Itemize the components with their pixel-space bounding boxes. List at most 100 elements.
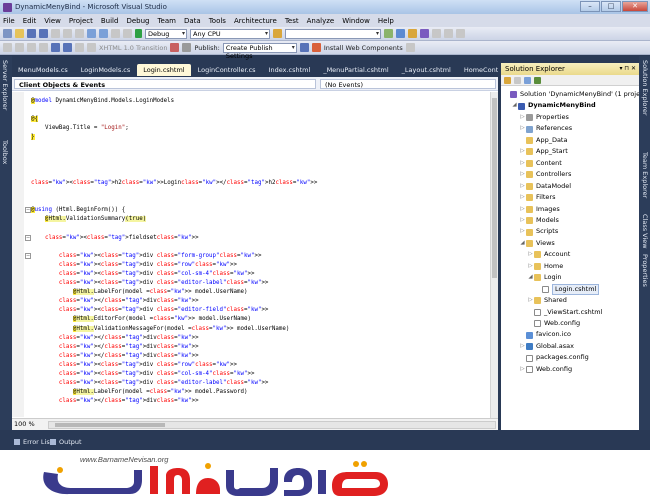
start-page-icon[interactable] — [444, 29, 453, 38]
save-all-icon[interactable] — [39, 29, 48, 38]
tree-item[interactable]: ▷ References — [519, 123, 572, 134]
server-explorer-tab[interactable]: Server Explorer — [1, 60, 9, 110]
menu-build[interactable]: Build — [101, 17, 119, 25]
collapse-region-icon[interactable]: − — [25, 234, 31, 241]
code-line[interactable]: @Html.ValidationMessageFor(model =class=… — [31, 325, 289, 334]
tree-item[interactable]: ◢ Views — [519, 238, 555, 249]
code-line[interactable]: class="kw"></class="tag">divclass="kw">> — [31, 297, 199, 306]
close-button[interactable]: ✕ — [622, 1, 648, 12]
bookmark-icon[interactable] — [51, 43, 60, 52]
tree-item[interactable]: favicon.ico — [519, 329, 571, 340]
doctype-select[interactable]: XHTML 1.0 Transition — [99, 44, 167, 52]
outdent-icon[interactable] — [39, 43, 48, 52]
team-explorer-tab[interactable]: Team Explorer — [641, 152, 649, 198]
tree-item[interactable]: Solution 'DynamicMenyBind' (1 project) — [503, 89, 649, 100]
extension-manager-icon[interactable] — [456, 29, 465, 38]
show-all-files-icon[interactable] — [514, 76, 521, 84]
menu-test[interactable]: Test — [285, 17, 299, 25]
tree-item[interactable]: ▷ DataModel — [519, 181, 571, 192]
redo-icon[interactable] — [99, 29, 108, 38]
horizontal-scrollbar[interactable] — [48, 421, 496, 429]
copy-icon[interactable] — [63, 29, 72, 38]
solution-explorer-tab[interactable]: Solution Explorer — [641, 60, 649, 116]
expand-arrow-icon[interactable]: ▷ — [519, 364, 526, 375]
comment-icon[interactable] — [3, 43, 12, 52]
tree-item[interactable]: ◢ Login — [527, 272, 562, 283]
properties-window-icon[interactable] — [408, 29, 417, 38]
publish-profile-select[interactable]: Create Publish Settings — [222, 42, 297, 60]
menu-architecture[interactable]: Architecture — [234, 17, 277, 25]
code-line[interactable]: ViewBag.Title = "Login"; — [31, 124, 129, 133]
find-in-files-icon[interactable] — [384, 29, 393, 38]
code-line[interactable]: @Html.ValidationSummary(true) — [31, 215, 147, 224]
tree-item[interactable]: Login.cshtml — [535, 283, 600, 295]
indent-icon[interactable] — [27, 43, 36, 52]
code-line[interactable]: class="kw"><class="tag">div class="col-s… — [31, 370, 255, 379]
maximize-button[interactable]: □ — [601, 1, 621, 12]
solution-configuration-select[interactable]: Debug — [145, 28, 187, 39]
pin-close-icon[interactable]: ▾ ⊓ ✕ — [619, 63, 636, 75]
new-project-icon[interactable] — [3, 29, 12, 38]
expand-arrow-icon[interactable]: ▷ — [519, 112, 526, 123]
menu-edit[interactable]: Edit — [23, 17, 37, 25]
expand-arrow-icon[interactable]: ▷ — [527, 295, 534, 306]
code-line[interactable]: class="kw"></class="tag">divclass="kw">> — [31, 343, 199, 352]
validate-icon[interactable] — [87, 43, 96, 52]
menu-file[interactable]: File — [3, 17, 15, 25]
code-line[interactable]: class="kw"><class="tag">div class="edito… — [31, 279, 269, 288]
collapse-arrow-icon[interactable]: ◢ — [519, 238, 526, 249]
expand-arrow-icon[interactable]: ▷ — [519, 158, 526, 169]
options-icon[interactable] — [182, 43, 192, 52]
code-line[interactable]: @Html.EditorFor(model =class="kw">> mode… — [31, 315, 251, 324]
object-browser-icon[interactable] — [420, 29, 429, 38]
output-tab[interactable]: Output — [50, 438, 82, 446]
tree-item[interactable]: ▷ App_Start — [519, 146, 568, 157]
toolbar-options-icon[interactable] — [405, 43, 415, 52]
menu-tools[interactable]: Tools — [209, 17, 226, 25]
tree-item[interactable]: ▷ Images — [519, 204, 560, 215]
format-icon[interactable] — [75, 43, 84, 52]
menu-help[interactable]: Help — [378, 17, 394, 25]
code-line[interactable]: @{ — [31, 115, 38, 124]
tree-item[interactable]: packages.config — [519, 352, 589, 363]
tab-login-cshtml[interactable]: Login.cshtml — [137, 64, 191, 76]
events-select[interactable]: (No Events) — [320, 79, 496, 89]
tree-item[interactable]: ◢ DynamicMenyBind — [511, 100, 596, 111]
menu-view[interactable]: View — [44, 17, 61, 25]
tree-item[interactable]: _ViewStart.cshtml — [527, 307, 602, 318]
open-file-icon[interactable] — [15, 29, 24, 38]
collapse-region-icon[interactable]: − — [25, 252, 31, 259]
expand-arrow-icon[interactable]: ▷ — [519, 169, 526, 180]
code-line[interactable]: } — [31, 133, 35, 142]
tab-loginmodels[interactable]: LoginModels.cs — [75, 64, 136, 76]
expand-arrow-icon[interactable]: ▷ — [519, 146, 526, 157]
menu-analyze[interactable]: Analyze — [307, 17, 335, 25]
publish-web-icon[interactable] — [299, 43, 309, 52]
menu-data[interactable]: Data — [184, 17, 201, 25]
code-line[interactable]: class="kw"><class="tag">div class="col-s… — [31, 270, 255, 279]
toolbox-icon[interactable] — [432, 29, 441, 38]
menu-project[interactable]: Project — [69, 17, 93, 25]
toolbox-tab[interactable]: Toolbox — [1, 140, 9, 164]
menu-team[interactable]: Team — [157, 17, 176, 25]
expand-arrow-icon[interactable]: ▷ — [519, 341, 526, 352]
tree-item[interactable]: ▷ Controllers — [519, 169, 571, 180]
expand-arrow-icon[interactable]: ▷ — [519, 192, 526, 203]
expand-arrow-icon[interactable]: ▷ — [519, 215, 526, 226]
tree-item[interactable]: ▷ Scripts — [519, 226, 558, 237]
next-bookmark-icon[interactable] — [63, 43, 72, 52]
expand-arrow-icon[interactable]: ▷ — [519, 181, 526, 192]
expand-arrow-icon[interactable]: ▷ — [519, 123, 526, 134]
menu-window[interactable]: Window — [342, 17, 370, 25]
menu-debug[interactable]: Debug — [126, 17, 149, 25]
install-web-components-icon[interactable] — [311, 43, 321, 52]
code-line[interactable]: class="kw"></class="tag">divclass="kw">> — [31, 397, 199, 406]
tab-menupartial[interactable]: _MenuPartial.cshtml — [317, 64, 394, 76]
tree-item[interactable]: ▷ Web.config — [519, 364, 572, 375]
tree-item[interactable]: ▷ Account — [527, 249, 570, 260]
code-line[interactable]: class="kw"><class="tag">div class="row"c… — [31, 361, 237, 370]
tree-item[interactable]: App_Data — [519, 135, 567, 146]
solution-platform-select[interactable]: Any CPU — [190, 28, 270, 39]
tab-menumodels[interactable]: MenuModels.cs — [12, 64, 74, 76]
code-line[interactable]: class="kw"><class="tag">fieldsetclass="k… — [31, 234, 199, 243]
